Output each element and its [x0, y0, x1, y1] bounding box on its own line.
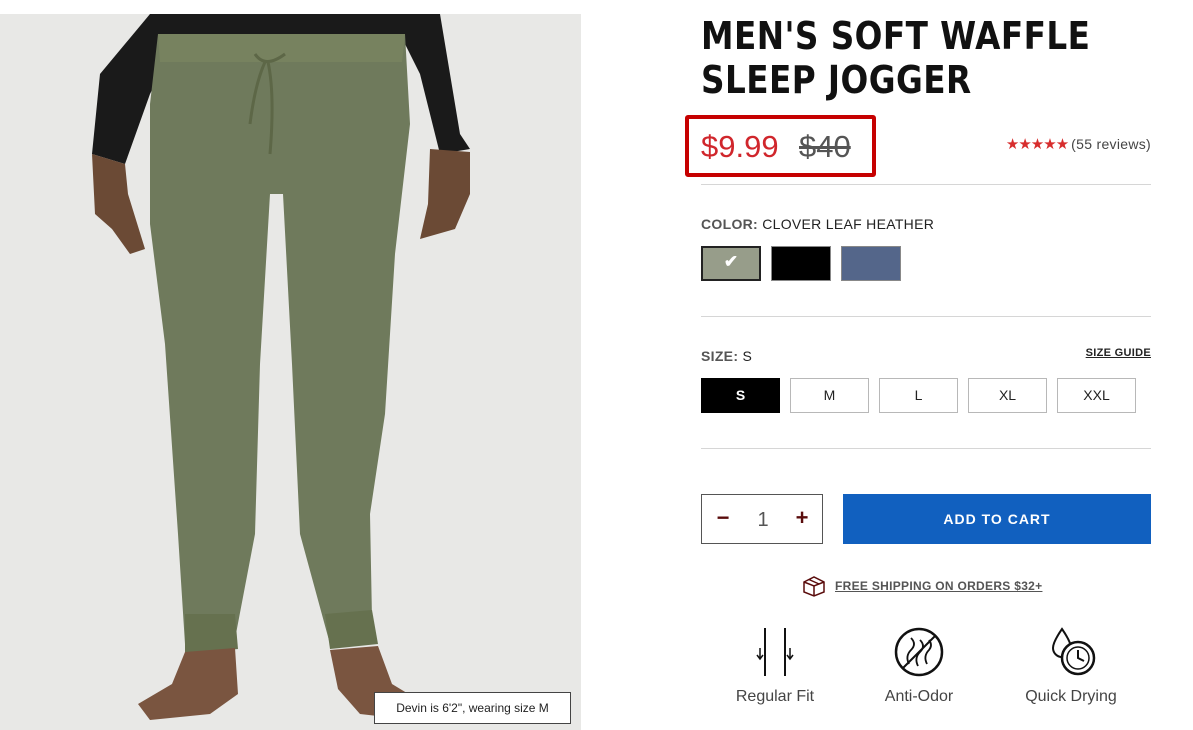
product-rating[interactable]: ★★★★★ (55 reviews)	[1006, 135, 1151, 153]
free-shipping-link[interactable]: FREE SHIPPING ON ORDERS $32+	[801, 575, 1042, 597]
color-label-row: COLOR: CLOVER LEAF HEATHER	[701, 216, 934, 232]
size-option-xl[interactable]: XL	[968, 378, 1047, 413]
divider	[701, 448, 1151, 449]
size-label-row: SIZE: S	[701, 348, 752, 364]
divider	[701, 184, 1151, 185]
feature-quick-drying: Quick Drying	[1006, 626, 1136, 706]
model-photo	[92, 14, 470, 720]
feature-label: Regular Fit	[735, 688, 815, 705]
decrease-quantity-button[interactable]: −	[711, 506, 735, 532]
feature-label: Anti-Odor	[884, 688, 954, 705]
regular-fit-icon	[756, 628, 794, 676]
free-shipping-text: FREE SHIPPING ON ORDERS $32+	[835, 579, 1043, 593]
selected-size: S	[742, 348, 753, 364]
color-swatch-blue-heather[interactable]	[841, 246, 901, 281]
increase-quantity-button[interactable]: +	[790, 506, 814, 532]
color-label: COLOR:	[701, 216, 759, 232]
size-option-s[interactable]: S	[701, 378, 780, 413]
divider	[701, 316, 1151, 317]
feature-label: Quick Drying	[1025, 688, 1117, 705]
quantity-stepper: − 1 +	[701, 494, 823, 544]
selected-color-name: CLOVER LEAF HEATHER	[762, 216, 935, 232]
size-option-l[interactable]: L	[879, 378, 958, 413]
anti-odor-icon	[894, 627, 944, 677]
original-price: $40	[799, 129, 851, 164]
product-image[interactable]: Devin is 6'2", wearing size M	[0, 14, 581, 730]
color-swatch-black[interactable]	[771, 246, 831, 281]
sale-price: $9.99	[701, 129, 779, 164]
model-size-caption: Devin is 6'2", wearing size M	[374, 692, 571, 724]
size-guide-link[interactable]: SIZE GUIDE	[1086, 347, 1151, 359]
color-swatch-clover-leaf-heather[interactable]: ✔	[701, 246, 761, 281]
box-icon	[803, 576, 825, 597]
feature-anti-odor: Anti-Odor	[854, 626, 984, 706]
size-label: SIZE:	[701, 348, 739, 364]
checkmark-icon: ✔	[723, 252, 739, 271]
review-count-link[interactable]: (55 reviews)	[1071, 136, 1151, 152]
quantity-value[interactable]: 1	[746, 509, 780, 532]
star-rating-icon: ★★★★★	[1005, 136, 1069, 153]
size-option-m[interactable]: M	[790, 378, 869, 413]
add-to-cart-button[interactable]: ADD TO CART	[843, 494, 1151, 544]
feature-regular-fit: Regular Fit	[710, 626, 840, 706]
quick-drying-icon	[1051, 627, 1096, 676]
size-option-xxl[interactable]: XXL	[1057, 378, 1136, 413]
product-title: MEN'S SOFT WAFFLE SLEEP JOGGER	[701, 14, 1091, 102]
